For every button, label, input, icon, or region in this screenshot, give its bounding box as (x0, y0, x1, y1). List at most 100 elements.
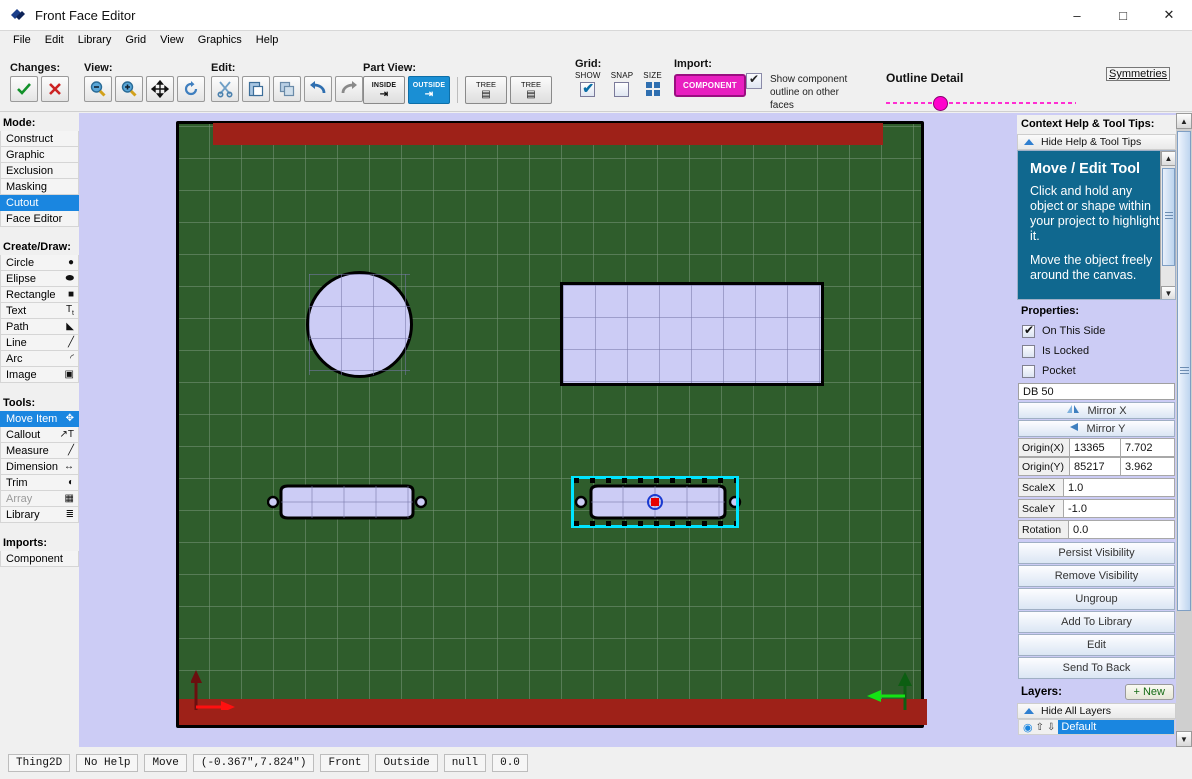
copy-icon[interactable] (273, 76, 301, 102)
accept-changes-button[interactable] (10, 76, 38, 102)
grid-snap-toggle[interactable]: SNAP (611, 71, 634, 97)
close-button[interactable]: ✕ (1146, 0, 1192, 31)
rotation-input[interactable]: 0.0 (1069, 520, 1175, 539)
eye-icon[interactable]: ◉ (1023, 721, 1033, 734)
cancel-changes-button[interactable] (41, 76, 69, 102)
symmetries-button[interactable]: Symmetries (1106, 67, 1171, 81)
tool-item-trim[interactable]: Trim ◐ (0, 475, 79, 491)
tool-item-callout[interactable]: Callout ↗T (0, 427, 79, 443)
draw-item-rectangle[interactable]: Rectangle ■ (0, 287, 79, 303)
mode-item-masking[interactable]: Masking (0, 179, 79, 195)
remove-visibility-button[interactable]: Remove Visibility (1018, 565, 1175, 587)
tree-button-1[interactable]: TREE ▤ (465, 76, 507, 104)
tree-button-2[interactable]: TREE ▤ (510, 76, 552, 104)
new-layer-button[interactable]: + New (1124, 684, 1174, 700)
rectangle-cutout[interactable] (560, 282, 824, 386)
dsub-connector-left[interactable] (267, 482, 427, 522)
panel-scroll-down-button[interactable]: ▼ (1176, 731, 1192, 747)
show-outline-checkbox[interactable] (746, 72, 762, 89)
origin-y-inch-input[interactable]: 3.962 (1121, 457, 1175, 476)
pocket-checkbox[interactable] (1022, 364, 1035, 378)
imports-item-component[interactable]: Component (0, 551, 79, 567)
draw-item-text[interactable]: Text Tt (0, 303, 79, 319)
grid-size-icon[interactable] (645, 82, 660, 96)
menu-help[interactable]: Help (249, 33, 286, 47)
send-to-back-button[interactable]: Send To Back (1018, 657, 1175, 679)
help-scroll-up-button[interactable]: ▲ (1161, 151, 1175, 166)
import-component-button[interactable]: COMPONENT (674, 74, 746, 97)
circle-cutout[interactable] (306, 271, 413, 378)
tool-item-dimension[interactable]: Dimension ↔ (0, 459, 79, 475)
draw-item-path[interactable]: Path ◣ (0, 319, 79, 335)
mode-item-face-editor[interactable]: Face Editor (0, 211, 79, 227)
prop-on-this-side-row[interactable]: On This Side (1017, 321, 1176, 341)
outline-detail-slider[interactable] (886, 95, 1086, 111)
mode-item-exclusion[interactable]: Exclusion (0, 163, 79, 179)
origin-x-inch-input[interactable]: 7.702 (1121, 438, 1175, 457)
origin-marker[interactable] (647, 494, 663, 510)
menu-edit[interactable]: Edit (38, 33, 71, 47)
mode-item-cutout[interactable]: Cutout (0, 195, 79, 211)
redo-icon[interactable] (335, 76, 363, 102)
part-view-inside-button[interactable]: INSIDE ⇥ (363, 76, 405, 104)
zoom-out-icon[interactable] (84, 76, 112, 102)
menu-graphics[interactable]: Graphics (191, 33, 249, 47)
slider-knob[interactable] (933, 96, 948, 111)
hide-help-toggle[interactable]: Hide Help & Tool Tips (1017, 134, 1176, 150)
mirror-x-button[interactable]: Mirror X (1018, 402, 1175, 419)
draw-item-image[interactable]: Image ▣ (0, 367, 79, 383)
minimize-button[interactable]: – (1054, 0, 1100, 31)
origin-y-raw-input[interactable]: 85217 (1070, 457, 1121, 476)
zoom-in-icon[interactable] (115, 76, 143, 102)
move-layer-down-icon[interactable]: ⇩ (1047, 722, 1055, 733)
grid-show-checkbox[interactable] (580, 80, 596, 97)
undo-icon[interactable] (304, 76, 332, 102)
layer-name-label[interactable]: Default (1058, 720, 1174, 734)
right-panel-scrollbar[interactable]: ▲ ▼ (1176, 113, 1192, 747)
tool-item-library[interactable]: Library ≣ (0, 507, 79, 523)
persist-visibility-button[interactable]: Persist Visibility (1018, 542, 1175, 564)
help-scroll-down-button[interactable]: ▼ (1161, 286, 1175, 299)
grid-show-toggle[interactable]: SHOW (575, 71, 601, 97)
draw-item-arc[interactable]: Arc ◜ (0, 351, 79, 367)
draw-item-elipse[interactable]: Elipse ⬬ (0, 271, 79, 287)
menu-grid[interactable]: Grid (118, 33, 153, 47)
dsub-connector-right[interactable] (571, 476, 743, 528)
help-scrollbar[interactable]: ▲ ▼ (1160, 151, 1175, 299)
menu-view[interactable]: View (153, 33, 191, 47)
scale-y-input[interactable]: -1.0 (1064, 499, 1175, 518)
prop-pocket-row[interactable]: Pocket (1017, 361, 1176, 381)
edit-button[interactable]: Edit (1018, 634, 1175, 656)
draw-item-line[interactable]: Line ╱ (0, 335, 79, 351)
component-name-input[interactable]: DB 50 (1018, 383, 1175, 400)
draw-item-circle[interactable]: Circle ● (0, 255, 79, 271)
layer-row-default[interactable]: ◉ ⇧ ⇩ Default (1018, 719, 1175, 735)
is-locked-checkbox[interactable] (1022, 344, 1035, 358)
ungroup-button[interactable]: Ungroup (1018, 588, 1175, 610)
menu-file[interactable]: File (6, 33, 38, 47)
tool-item-move-item[interactable]: Move Item ✥ (0, 411, 79, 427)
tool-item-measure[interactable]: Measure ╱ (0, 443, 79, 459)
scissors-icon[interactable] (211, 76, 239, 102)
design-canvas[interactable] (79, 113, 1015, 747)
mode-item-construct[interactable]: Construct (0, 131, 79, 147)
grid-size-control[interactable]: SIZE (643, 71, 662, 96)
mirror-y-button[interactable]: Mirror Y (1018, 420, 1175, 437)
panel-scroll-up-button[interactable]: ▲ (1176, 113, 1192, 129)
maximize-button[interactable]: □ (1100, 0, 1146, 31)
tool-item-array[interactable]: Array ▦ (0, 491, 79, 507)
paste-icon[interactable] (242, 76, 270, 102)
scale-x-input[interactable]: 1.0 (1064, 478, 1175, 497)
move-layer-up-icon[interactable]: ⇧ (1036, 722, 1044, 733)
on-this-side-checkbox[interactable] (1022, 323, 1035, 338)
panel-scroll-thumb[interactable] (1177, 131, 1191, 611)
add-to-library-button[interactable]: Add To Library (1018, 611, 1175, 633)
origin-x-raw-input[interactable]: 13365 (1070, 438, 1121, 457)
part-board[interactable] (176, 121, 927, 728)
grid-snap-checkbox[interactable] (614, 82, 630, 97)
part-view-outside-button[interactable]: OUTSIDE ⇥ (408, 76, 450, 104)
help-scroll-thumb[interactable] (1162, 168, 1175, 266)
refresh-icon[interactable] (177, 76, 205, 102)
menu-library[interactable]: Library (71, 33, 119, 47)
hide-all-layers-toggle[interactable]: Hide All Layers (1017, 703, 1176, 719)
